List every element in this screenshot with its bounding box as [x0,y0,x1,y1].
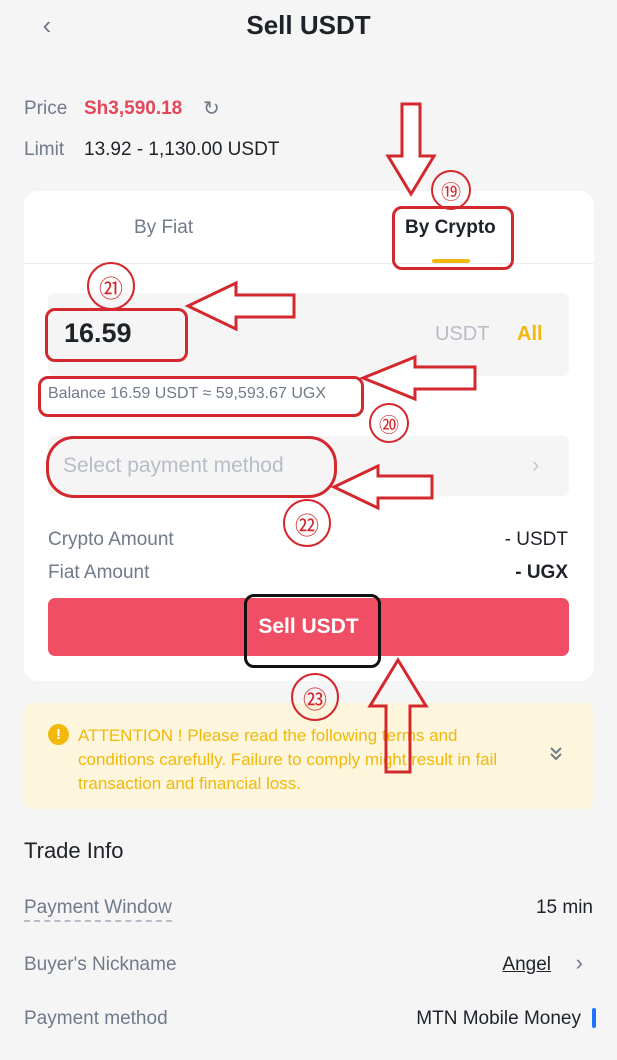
amount-unit: USDT [435,323,490,345]
annotation-arrow-left [184,280,296,332]
warning-icon: ! [48,724,69,745]
payment-method-label: Payment method [24,1008,168,1029]
annotation-number-19: ⑲ [431,170,471,210]
crypto-amount-label: Crypto Amount [48,529,174,550]
all-button[interactable]: All [517,323,543,346]
buyer-nickname-label: Buyer's Nickname [24,954,177,975]
annotation-arrow-up [367,657,429,774]
payment-window-value: 15 min [535,897,593,918]
refresh-icon[interactable]: ↻ [203,96,220,121]
attention-text: ATTENTION ! Please read the following te… [78,726,498,793]
payment-method-color-bar [592,1008,596,1028]
annotation-arrow-down [385,102,437,197]
double-chevron-down-icon[interactable] [548,745,564,766]
fiat-amount-value: - UGX [515,562,568,583]
annotation-box-amount [45,308,188,362]
limit-label: Limit [24,139,65,160]
price-value: Sh3,590.18 [84,98,183,119]
annotation-box-sell [244,594,381,668]
tab-by-fiat[interactable]: By Fiat [134,217,193,239]
annotation-number-23: ㉓ [291,673,339,721]
payment-method-value: MTN Mobile Money [416,1008,581,1029]
annotation-box-by-crypto [392,206,514,270]
buyer-nickname-link[interactable]: Angel [502,954,551,976]
chevron-right-icon[interactable]: › [576,950,583,976]
crypto-amount-value: - USDT [504,529,568,550]
annotation-number-21: ㉑ [87,262,135,310]
chevron-right-icon: › [532,452,540,477]
annotation-box-balance [38,376,364,417]
fiat-amount-label: Fiat Amount [48,562,150,583]
price-label: Price [24,98,68,119]
annotation-number-22: ㉒ [283,499,331,547]
annotation-box-payment [46,436,337,498]
limit-value: 13.92 - 1,130.00 USDT [84,139,280,160]
annotation-arrow-left [330,463,434,511]
payment-window-label[interactable]: Payment Window [24,897,172,922]
trade-info-title: Trade Info [24,838,124,863]
annotation-number-20: ⑳ [369,403,409,443]
annotation-arrow-left [358,354,477,402]
page-title: Sell USDT [246,10,371,40]
